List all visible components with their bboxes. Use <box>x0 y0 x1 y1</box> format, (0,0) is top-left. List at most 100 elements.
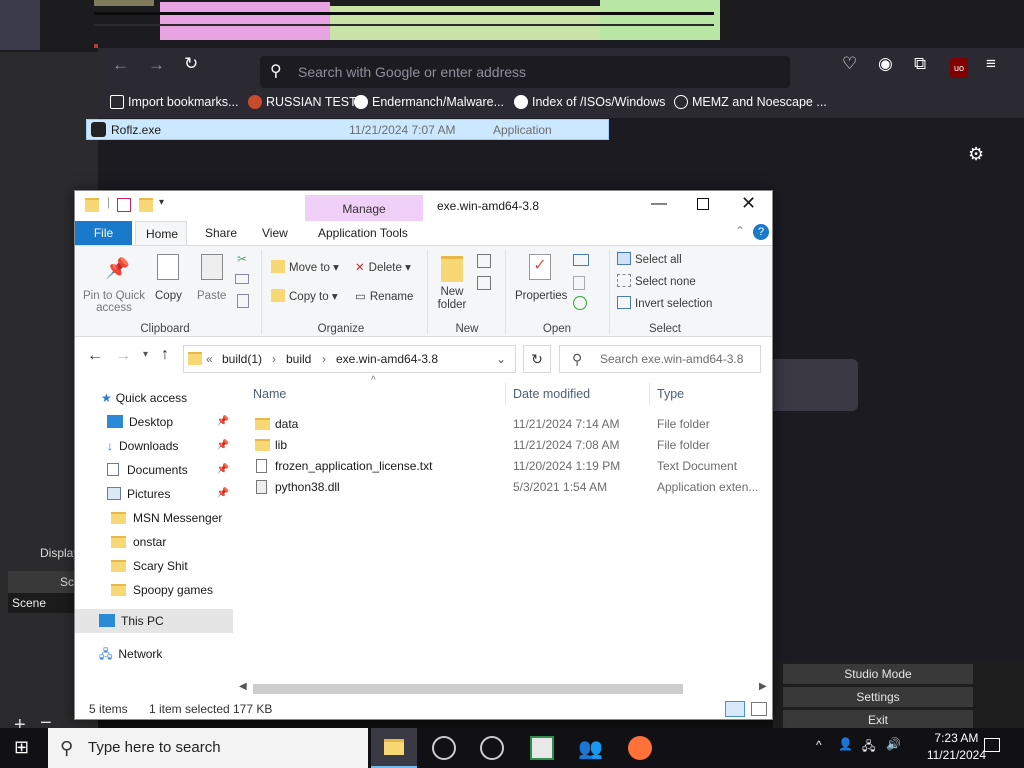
obs-icon[interactable] <box>432 736 456 760</box>
new-folder-button[interactable]: New folder <box>435 286 469 312</box>
account-icon[interactable]: ◉ <box>878 54 893 74</box>
extensions-icon[interactable]: ⧉ <box>914 54 926 74</box>
reload-icon[interactable]: ↻ <box>184 54 198 74</box>
invert-selection-button[interactable]: Invert selection <box>617 296 712 310</box>
breadcrumb-build1[interactable]: build(1) <box>222 346 262 372</box>
msn-tray-icon[interactable]: 👤 <box>838 737 853 751</box>
scroll-right-icon[interactable]: ▶ <box>759 681 767 692</box>
nav-spoopy-games[interactable]: Spoopy games <box>75 579 233 601</box>
settings-button[interactable]: Settings <box>783 687 973 707</box>
file-row-roflz-exe[interactable]: Roflz.exe 11/21/2024 7:07 AM Application <box>86 119 609 140</box>
properties-qa-icon[interactable] <box>117 198 131 212</box>
column-separator[interactable] <box>505 383 506 405</box>
move-to-button[interactable]: Move to ▾ <box>271 260 339 274</box>
show-hidden-icons-icon[interactable]: ^ <box>816 738 822 752</box>
file-row-lib[interactable]: lib 11/21/2024 7:08 AM File folder <box>249 435 772 456</box>
obs-icon-2[interactable] <box>480 736 504 760</box>
paste-shortcut-icon[interactable] <box>237 294 249 308</box>
nav-msn-messenger[interactable]: MSN Messenger <box>75 507 233 529</box>
up-arrow-icon[interactable]: ↑ <box>161 346 169 364</box>
open-icon[interactable] <box>573 254 589 266</box>
column-separator[interactable] <box>649 383 650 405</box>
tab-application-tools[interactable]: Application Tools <box>308 221 418 245</box>
copy-to-button[interactable]: Copy to ▾ <box>271 289 338 303</box>
copy-path-icon[interactable] <box>235 274 249 284</box>
edit-icon[interactable] <box>573 276 585 290</box>
nav-onstar[interactable]: onstar <box>75 531 233 553</box>
nav-pictures[interactable]: Pictures 📌 <box>75 483 233 505</box>
forward-arrow-icon[interactable]: → <box>115 347 131 365</box>
pocket-icon[interactable]: ♡ <box>842 54 857 74</box>
taskbar-explorer[interactable] <box>371 728 417 768</box>
back-arrow-icon[interactable]: ← <box>87 347 103 365</box>
breadcrumb-build[interactable]: build <box>286 346 311 372</box>
bookmark-isos[interactable]: Index of /ISOs/Windows <box>514 93 665 111</box>
overflow-chevron-icon[interactable]: « <box>206 346 213 372</box>
rename-button[interactable]: ▭ Rename <box>355 289 413 303</box>
close-icon[interactable]: ✕ <box>741 193 756 214</box>
customize-qa-icon[interactable]: ▾ <box>159 197 164 208</box>
bookmark-russian-test[interactable]: RUSSIAN TEST <box>248 93 357 111</box>
manage-context-tab[interactable]: Manage <box>305 195 423 221</box>
select-none-button[interactable]: Select none <box>617 274 696 288</box>
pin-to-quick-access-button[interactable]: Pin to Quick access <box>83 290 145 314</box>
refresh-icon[interactable]: ↻ <box>523 345 551 373</box>
tab-file[interactable]: File <box>75 221 132 245</box>
exit-button[interactable]: Exit <box>783 710 973 730</box>
collapse-ribbon-icon[interactable]: ⌃ <box>735 224 745 238</box>
file-row-license[interactable]: frozen_application_license.txt 11/20/202… <box>249 456 772 477</box>
delete-button[interactable]: ✕ Delete ▾ <box>355 260 411 274</box>
copy-button[interactable]: Copy <box>155 290 182 302</box>
breadcrumb-current[interactable]: exe.win-amd64-3.8 <box>336 346 438 372</box>
settings-gear-icon[interactable]: ⚙ <box>968 144 984 165</box>
nav-documents[interactable]: Documents 📌 <box>75 459 233 481</box>
taskbar-search[interactable]: ⚲ Type here to search <box>48 728 368 768</box>
horizontal-scrollbar[interactable]: ◀ ▶ <box>237 679 772 699</box>
column-name[interactable]: Name <box>253 387 286 401</box>
firefox-icon[interactable] <box>628 736 652 760</box>
notifications-icon[interactable] <box>984 738 1000 752</box>
tab-share[interactable]: Share <box>195 221 247 245</box>
details-view-icon[interactable] <box>725 701 745 717</box>
easy-access-icon[interactable] <box>477 276 491 290</box>
help-icon[interactable]: ? <box>753 224 769 240</box>
nav-downloads[interactable]: ↓ Downloads 📌 <box>75 435 233 457</box>
paste-button[interactable]: Paste <box>197 290 226 302</box>
menu-icon[interactable]: ≡ <box>986 54 996 74</box>
bookmark-import[interactable]: Import bookmarks... <box>110 93 238 111</box>
large-icons-view-icon[interactable] <box>751 702 767 716</box>
maximize-icon[interactable] <box>697 198 709 210</box>
new-folder-qa-icon[interactable] <box>139 198 153 212</box>
nav-network[interactable]: 🖧 Network <box>75 643 233 665</box>
nav-desktop[interactable]: Desktop 📌 <box>75 411 233 433</box>
msn-messenger-icon[interactable]: 👥 <box>578 736 603 760</box>
studio-mode-button[interactable]: Studio Mode <box>783 664 973 684</box>
clock[interactable]: 7:23 AM 11/21/2024 <box>927 730 986 764</box>
properties-button[interactable]: Properties <box>515 290 567 302</box>
bookmark-endermanch[interactable]: Endermanch/Malware... <box>354 93 504 111</box>
cut-icon[interactable]: ✂ <box>237 252 247 266</box>
scrollbar-thumb[interactable] <box>253 684 683 694</box>
column-type[interactable]: Type <box>657 387 684 401</box>
scroll-left-icon[interactable]: ◀ <box>239 681 247 692</box>
volume-icon[interactable]: 🔊 <box>886 737 901 751</box>
url-bar[interactable]: ⚲ Search with Google or enter address <box>260 56 790 88</box>
history-icon[interactable] <box>573 296 587 310</box>
back-icon[interactable]: ← <box>112 55 129 75</box>
address-bar[interactable]: « build(1) › build › exe.win-amd64-3.8 ⌄ <box>183 345 516 373</box>
new-item-icon[interactable] <box>477 254 491 268</box>
network-tray-icon[interactable]: 🖧 <box>862 737 875 758</box>
minimize-icon[interactable]: — <box>651 195 667 213</box>
nav-scary-shit[interactable]: Scary Shit <box>75 555 233 577</box>
column-date-modified[interactable]: Date modified <box>513 387 590 401</box>
tab-home[interactable]: Home <box>135 221 187 245</box>
file-row-python38-dll[interactable]: python38.dll 5/3/2021 1:54 AM Applicatio… <box>249 477 772 498</box>
search-box[interactable]: ⚲ Search exe.win-amd64-3.8 <box>559 345 761 373</box>
windows-start-icon[interactable]: ⊞ <box>14 737 29 758</box>
tab-view[interactable]: View <box>252 221 298 245</box>
forward-icon[interactable]: → <box>148 55 165 75</box>
recent-locations-icon[interactable]: ▾ <box>143 349 148 360</box>
bookmark-memz[interactable]: MEMZ and Noescape ... <box>674 93 827 111</box>
ublock-icon[interactable]: uo <box>950 58 968 78</box>
app-icon[interactable] <box>530 736 554 760</box>
